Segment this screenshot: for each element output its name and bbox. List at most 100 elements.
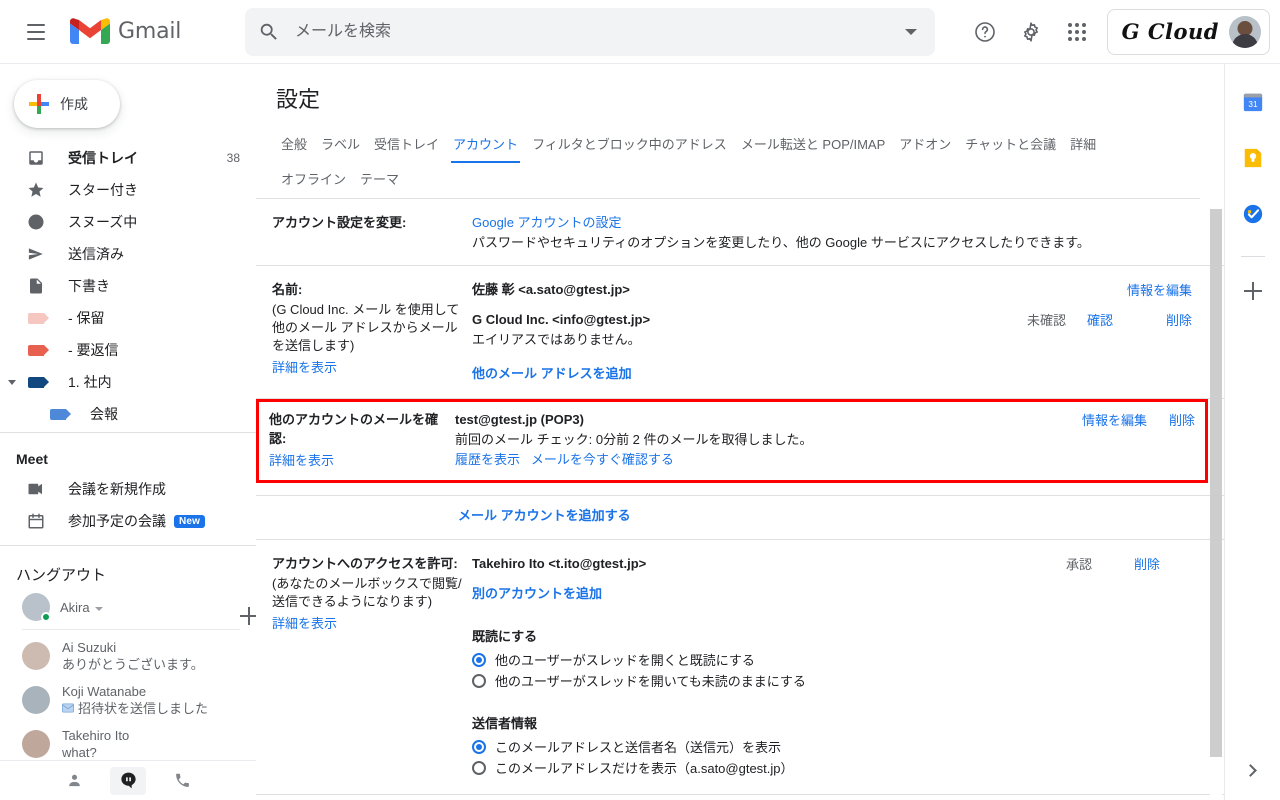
tab-inbox[interactable]: 受信トレイ — [367, 128, 446, 163]
radio-button[interactable] — [472, 673, 486, 688]
view-history-link[interactable]: 履歴を表示 — [455, 452, 520, 467]
tab-advanced[interactable]: 詳細 — [1063, 128, 1103, 163]
hamburger-menu-icon[interactable] — [12, 8, 60, 56]
avatar[interactable] — [1229, 15, 1261, 48]
sidebar-item-sent[interactable]: 送信済み — [0, 238, 256, 270]
meet-section-title: Meet — [16, 451, 48, 467]
contacts-person-icon[interactable] — [56, 767, 92, 795]
edit-info-link[interactable]: 情報を編集 — [1127, 280, 1192, 299]
divider — [22, 629, 240, 630]
delete-link[interactable]: 削除 — [1166, 310, 1192, 329]
tab-labels[interactable]: ラベル — [314, 128, 367, 163]
video-camera-icon — [26, 479, 46, 499]
contact-message: ありがとうございます。 — [62, 657, 204, 672]
search-bar[interactable] — [245, 7, 935, 56]
page-title: 設定 — [276, 88, 321, 113]
radio-button[interactable] — [472, 739, 486, 754]
status-badge: 未確認 — [1026, 313, 1066, 328]
chevron-down-icon[interactable] — [94, 598, 103, 616]
radio-button[interactable] — [472, 652, 486, 667]
label-icon — [26, 340, 49, 360]
radio-button[interactable] — [472, 760, 486, 775]
radio-label: このメールアドレスだけを表示（a.sato@gtest.jp） — [495, 761, 794, 776]
sidebar-item-drafts[interactable]: 下書き — [0, 270, 256, 302]
radio-show-address-only[interactable]: このメールアドレスだけを表示（a.sato@gtest.jp） — [472, 757, 1208, 778]
highlight-annotation-box: 他のアカウントのメールを確認: 詳細を表示 test@gtest.jp (POP… — [256, 399, 1208, 483]
contact-name: Ai Suzuki — [62, 640, 117, 655]
google-account-settings-link[interactable]: Google アカウントの設定 — [472, 215, 622, 230]
gmail-logo-icon — [70, 17, 110, 47]
settings-content: アカウント設定を変更: Google アカウントの設定 パスワードやセキュリティ… — [256, 199, 1224, 800]
phone-icon[interactable] — [164, 767, 200, 795]
avatar — [22, 642, 50, 670]
top-bar-actions: G Cloud — [963, 8, 1280, 55]
check-mail-learn-more-link[interactable]: 詳細を表示 — [269, 453, 334, 468]
compose-plus-icon — [28, 93, 50, 115]
tab-addons[interactable]: アドオン — [892, 128, 958, 163]
sidebar-item-inbox[interactable]: 受信トレイ 38 — [0, 142, 256, 174]
content-scrollbar[interactable] — [1210, 199, 1222, 800]
expand-twisty-icon[interactable] — [8, 379, 16, 385]
scrollbar-thumb[interactable] — [1210, 209, 1222, 757]
delete-link[interactable]: 削除 — [1169, 410, 1195, 429]
gmail-brand[interactable]: Gmail — [70, 17, 235, 47]
radio-keep-unread-on-open[interactable]: 他のユーザーがスレッドを開いても未読のままにする — [472, 670, 1208, 691]
inbox-icon — [26, 148, 46, 168]
tab-filters[interactable]: フィルタとブロック中のアドレス — [525, 128, 734, 163]
top-app-bar: Gmail メールを検索 G Cloud — [0, 0, 1280, 64]
gear-icon[interactable] — [1009, 10, 1053, 54]
tab-accounts[interactable]: アカウント — [446, 128, 525, 163]
delegate-actions: 承認 削除 — [1006, 554, 1192, 573]
tab-general[interactable]: 全般 — [274, 128, 314, 163]
search-options-chevron-down-icon[interactable] — [887, 8, 935, 56]
google-keep-icon[interactable] — [1233, 138, 1273, 178]
check-mail-now-link[interactable]: メールを今すぐ確認する — [531, 452, 674, 467]
sidebar-item-label-reply-needed[interactable]: - 要返信 — [0, 334, 256, 366]
sender-info-group: 送信者情報 このメールアドレスと送信者名（送信元）を表示 このメールアドレスだけ… — [472, 713, 1208, 778]
name-learn-more-link[interactable]: 詳細を表示 — [272, 360, 337, 375]
search-input[interactable] — [293, 8, 887, 55]
sidebar-item-starred[interactable]: スター付き — [0, 174, 256, 206]
list-item[interactable]: Koji Watanabe 招待状を送信しました — [0, 678, 256, 722]
sidebar-item-label-internal[interactable]: 1. 社内 — [0, 366, 256, 398]
add-mail-account-row: メール アカウントを追加する — [256, 495, 1224, 540]
apps-grid-icon[interactable] — [1055, 10, 1099, 54]
expand-panel-chevron-right-icon[interactable] — [1236, 754, 1268, 786]
sidebar-item-label-hold[interactable]: - 保留 — [0, 302, 256, 334]
list-item[interactable]: Ai Suzuki ありがとうございます。 — [0, 634, 256, 678]
delete-link[interactable]: 削除 — [1092, 554, 1192, 573]
hangouts-self-row[interactable]: Akira — [0, 587, 256, 627]
verify-link[interactable]: 確認 — [1066, 310, 1166, 329]
radio-show-address-and-name[interactable]: このメールアドレスと送信者名（送信元）を表示 — [472, 736, 1208, 757]
add-another-account-link[interactable]: 別のアカウントを追加 — [472, 586, 602, 601]
sidebar-item-label: 送信済み — [68, 246, 124, 262]
search-icon[interactable] — [245, 8, 293, 56]
google-tasks-icon[interactable] — [1233, 194, 1273, 234]
sidebar-item-label: 1. 社内 — [68, 374, 112, 390]
sidebar-item-snoozed[interactable]: スヌーズ中 — [0, 206, 256, 238]
edit-info-link[interactable]: 情報を編集 — [1082, 410, 1147, 429]
row-label: アカウントへのアクセスを許可: (あなたのメールボックスで閲覧/送信できるように… — [272, 554, 472, 778]
tab-offline[interactable]: オフライン — [274, 163, 353, 198]
tab-forwarding-pop-imap[interactable]: メール転送と POP/IMAP — [734, 128, 892, 163]
radio-mark-read-on-open[interactable]: 他のユーザーがスレッドを開くと既読にする — [472, 649, 1208, 670]
sidebar-bottom-bar — [0, 760, 256, 800]
hangouts-chat-icon[interactable] — [110, 766, 146, 795]
sidebar-item-new-meeting[interactable]: 会議を新規作成 — [0, 473, 256, 505]
add-app-plus-icon[interactable] — [1233, 271, 1273, 311]
sidebar-item-label-newsletter[interactable]: 会報 — [0, 398, 256, 430]
account-chip[interactable]: G Cloud — [1106, 8, 1270, 55]
compose-button[interactable]: 作成 — [14, 80, 120, 128]
google-calendar-icon[interactable]: 31 — [1233, 82, 1273, 122]
tab-themes[interactable]: テーマ — [353, 163, 406, 198]
help-circle-icon[interactable] — [963, 10, 1007, 54]
row-label-text: 他のアカウントのメールを確認: — [269, 412, 439, 446]
sidebar-item-upcoming-meetings[interactable]: 参加予定の会議 New — [0, 505, 256, 537]
row-label: 名前: (G Cloud Inc. メール を使用して他のメール アドレスからメ… — [272, 280, 472, 384]
add-mail-account-link[interactable]: メール アカウントを追加する — [458, 508, 631, 523]
sidebar-item-label: - 保留 — [68, 310, 105, 326]
add-another-email-link[interactable]: 他のメール アドレスを追加 — [472, 366, 632, 381]
tab-chat-and-meet[interactable]: チャットと会議 — [958, 128, 1063, 163]
right-side-panel: 31 — [1224, 64, 1280, 800]
grant-access-learn-more-link[interactable]: 詳細を表示 — [272, 616, 337, 631]
